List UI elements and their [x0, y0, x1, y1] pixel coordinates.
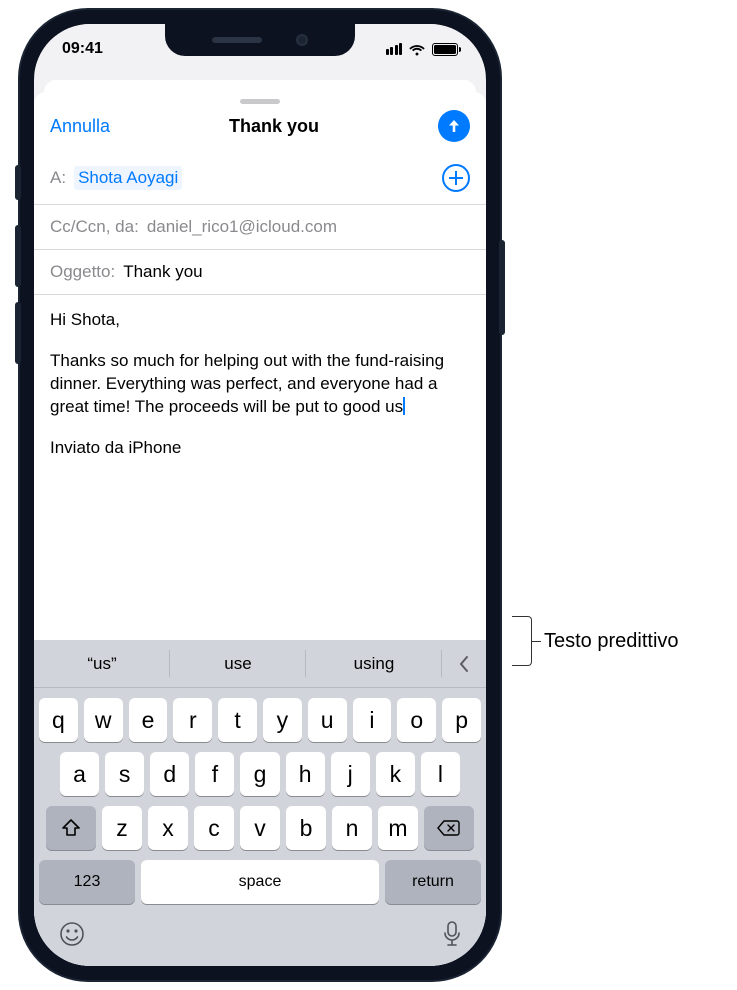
shift-icon	[61, 819, 81, 837]
emoji-icon	[58, 920, 86, 948]
key-x[interactable]: x	[148, 806, 188, 850]
space-key[interactable]: space	[141, 860, 379, 904]
cc-field[interactable]: Cc/Ccn, da: daniel_rico1@icloud.com	[34, 205, 486, 250]
key-y[interactable]: y	[263, 698, 302, 742]
subject-field[interactable]: Oggetto: Thank you	[34, 250, 486, 295]
key-i[interactable]: i	[353, 698, 392, 742]
compose-title: Thank you	[229, 116, 319, 137]
key-n[interactable]: n	[332, 806, 372, 850]
compose-sheet: Annulla Thank you A: Shota Aoyagi Cc/Ccn…	[34, 92, 486, 966]
chevron-left-icon	[458, 655, 470, 673]
keyboard-bottom-row	[34, 904, 486, 952]
key-p[interactable]: p	[442, 698, 481, 742]
predictive-suggestion-2[interactable]: use	[170, 640, 306, 687]
cc-label: Cc/Ccn, da:	[50, 217, 139, 237]
key-c[interactable]: c	[194, 806, 234, 850]
volume-down-button	[15, 302, 21, 364]
key-a[interactable]: a	[60, 752, 99, 796]
emoji-button[interactable]	[58, 920, 86, 948]
sheet-grabber[interactable]	[240, 99, 280, 104]
body-signature: Inviato da iPhone	[50, 437, 470, 460]
speaker	[212, 37, 262, 43]
keyboard: “us” use using q w e r t y u i o	[34, 640, 486, 966]
key-z[interactable]: z	[102, 806, 142, 850]
power-button	[499, 240, 505, 335]
key-g[interactable]: g	[240, 752, 279, 796]
screen: 09:41 Annulla Thank you A: Shota Aoyagi	[34, 24, 486, 966]
callout-predictive-text: Testo predittivo	[512, 616, 679, 666]
to-field[interactable]: A: Shota Aoyagi	[34, 152, 486, 205]
shift-key[interactable]	[46, 806, 96, 850]
predictive-collapse-button[interactable]	[442, 640, 486, 687]
front-camera	[296, 34, 308, 46]
key-d[interactable]: d	[150, 752, 189, 796]
volume-up-button	[15, 225, 21, 287]
cc-from-value: daniel_rico1@icloud.com	[147, 217, 337, 237]
status-time: 09:41	[62, 40, 103, 58]
battery-icon	[432, 43, 458, 56]
body-paragraph: Thanks so much for helping out with the …	[50, 350, 470, 419]
dictation-button[interactable]	[442, 920, 462, 948]
key-o[interactable]: o	[397, 698, 436, 742]
key-t[interactable]: t	[218, 698, 257, 742]
predictive-suggestion-3[interactable]: using	[306, 640, 442, 687]
notch	[165, 24, 355, 56]
key-k[interactable]: k	[376, 752, 415, 796]
key-e[interactable]: e	[129, 698, 168, 742]
key-j[interactable]: j	[331, 752, 370, 796]
key-h[interactable]: h	[286, 752, 325, 796]
key-row-4: 123 space return	[34, 850, 486, 904]
key-u[interactable]: u	[308, 698, 347, 742]
key-l[interactable]: l	[421, 752, 460, 796]
iphone-frame: 09:41 Annulla Thank you A: Shota Aoyagi	[20, 10, 500, 980]
key-w[interactable]: w	[84, 698, 123, 742]
key-f[interactable]: f	[195, 752, 234, 796]
callout-label: Testo predittivo	[544, 630, 679, 653]
cancel-button[interactable]: Annulla	[50, 116, 110, 137]
key-row-2: a s d f g h j k l	[34, 742, 486, 796]
recipient-chip[interactable]: Shota Aoyagi	[74, 166, 182, 190]
nav-bar: Annulla Thank you	[34, 108, 486, 152]
send-button[interactable]	[438, 110, 470, 142]
numbers-key[interactable]: 123	[39, 860, 135, 904]
arrow-up-icon	[446, 118, 462, 134]
key-s[interactable]: s	[105, 752, 144, 796]
backspace-key[interactable]	[424, 806, 474, 850]
return-key[interactable]: return	[385, 860, 481, 904]
wifi-icon	[408, 43, 426, 56]
callout-bracket	[512, 616, 532, 666]
subject-label: Oggetto:	[50, 262, 115, 282]
key-q[interactable]: q	[39, 698, 78, 742]
plus-icon	[449, 171, 463, 185]
key-m[interactable]: m	[378, 806, 418, 850]
to-label: A:	[50, 168, 66, 188]
key-row-3: z x c v b n m	[34, 796, 486, 850]
body-greeting: Hi Shota,	[50, 309, 470, 332]
key-r[interactable]: r	[173, 698, 212, 742]
predictive-bar: “us” use using	[34, 640, 486, 688]
mic-icon	[442, 920, 462, 948]
key-row-1: q w e r t y u i o p	[34, 688, 486, 742]
key-b[interactable]: b	[286, 806, 326, 850]
side-button	[15, 165, 21, 200]
add-recipient-button[interactable]	[442, 164, 470, 192]
key-v[interactable]: v	[240, 806, 280, 850]
cellular-icon	[386, 43, 403, 55]
text-cursor	[403, 397, 405, 415]
predictive-suggestion-1[interactable]: “us”	[34, 640, 170, 687]
subject-value: Thank you	[123, 262, 202, 282]
backspace-icon	[437, 819, 461, 837]
